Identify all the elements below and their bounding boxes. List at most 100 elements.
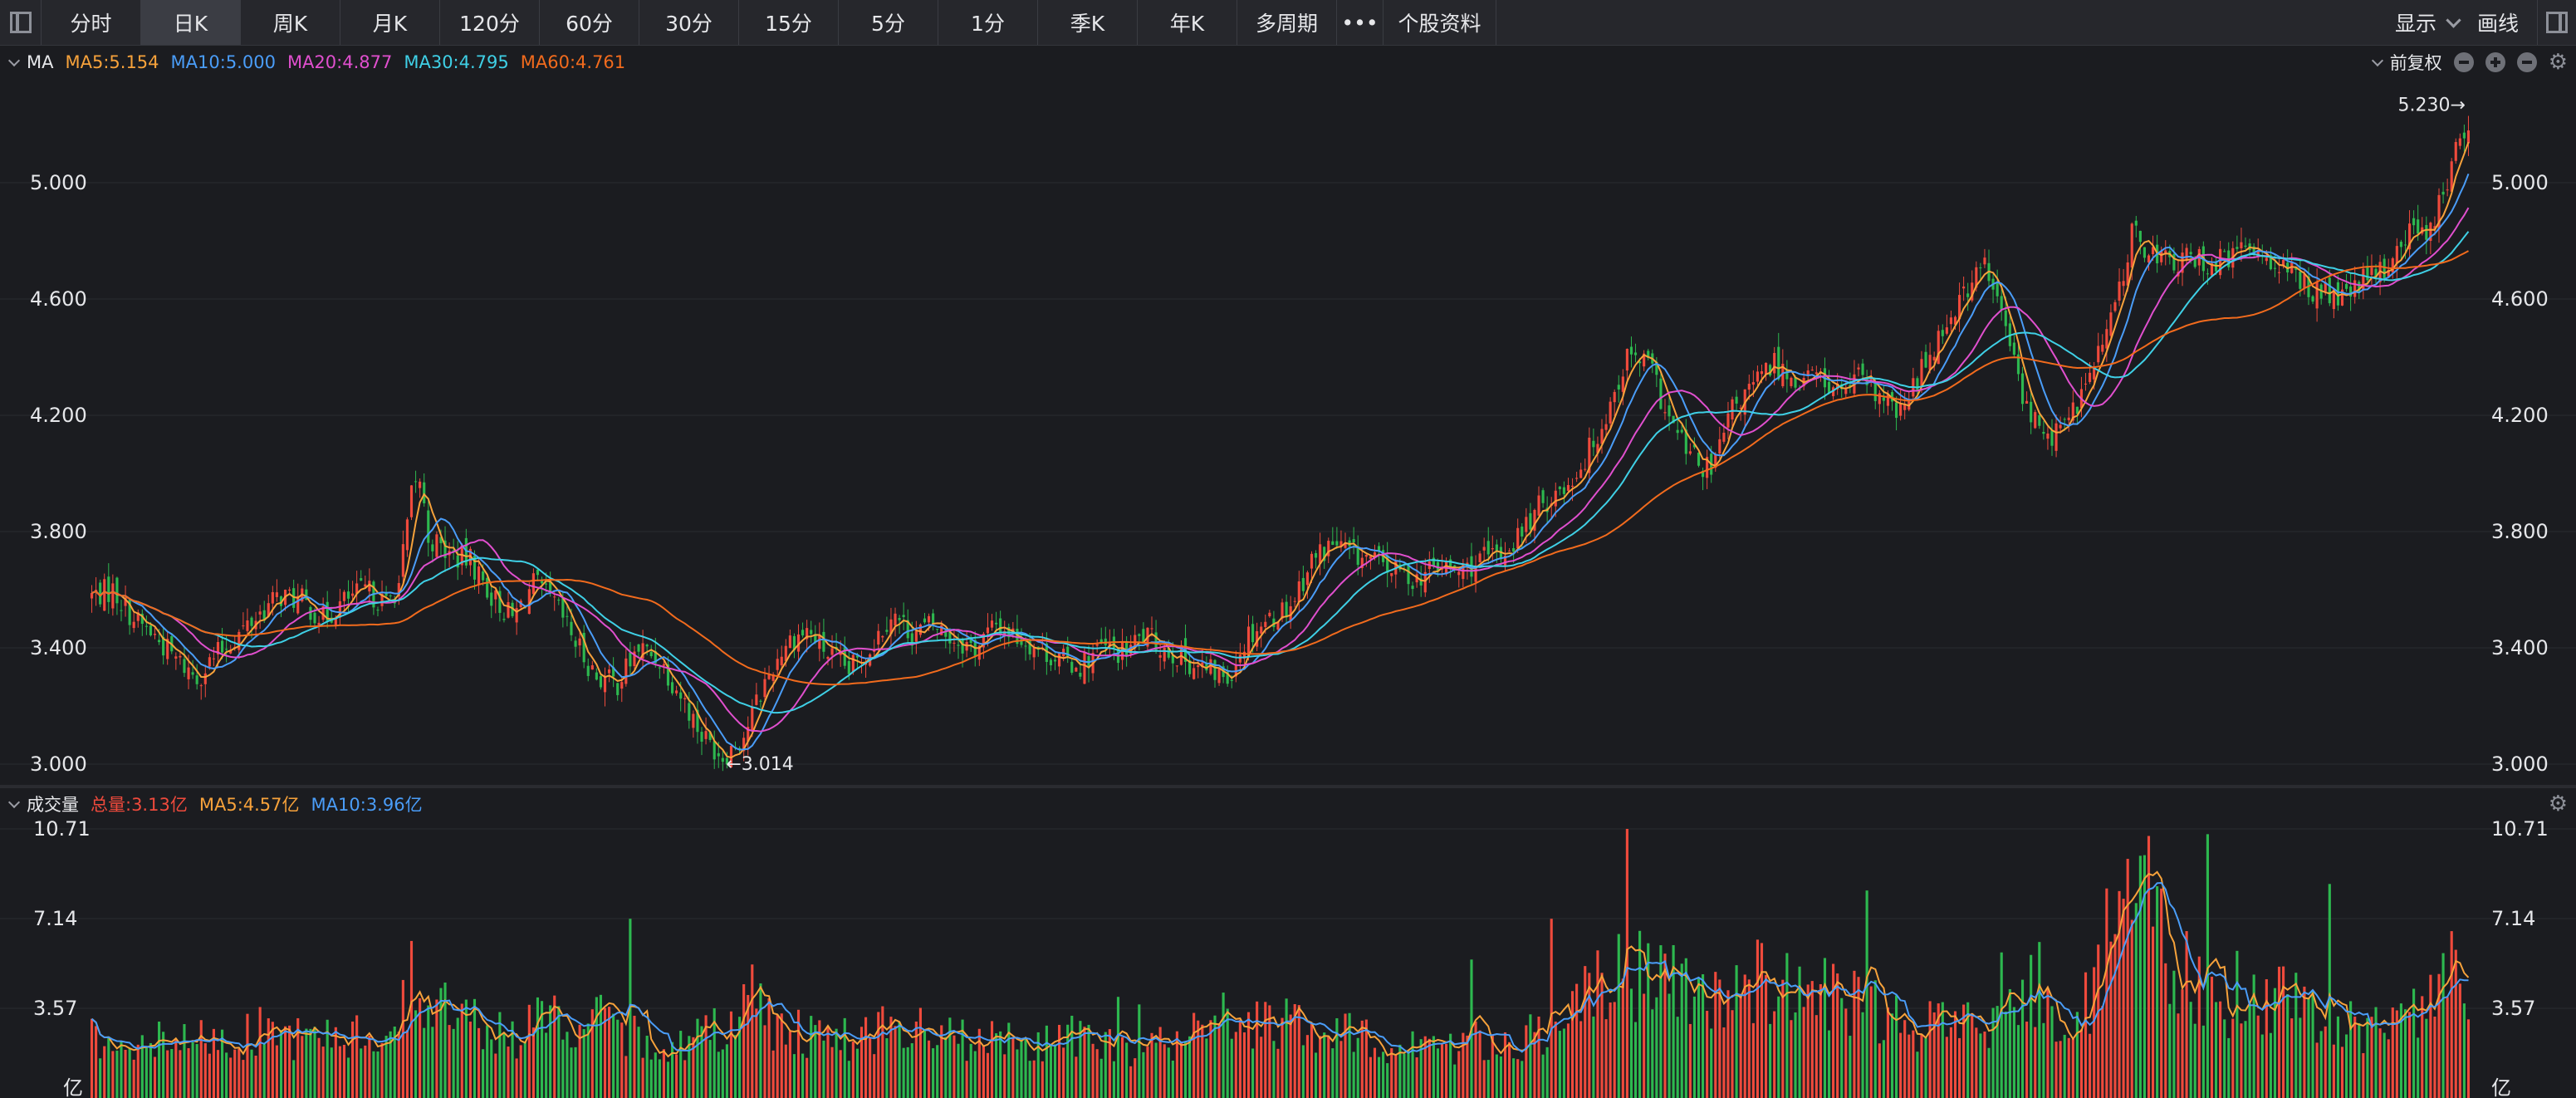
right-panel-toggle-icon[interactable] [2537,0,2576,45]
tab-quarterly[interactable]: 季K [1038,0,1138,45]
volume-bar [2244,1021,2247,1098]
tab-monthly[interactable]: 月K [340,0,440,45]
volume-bar [494,1053,497,1098]
volume-bar [1129,1066,1133,1098]
volume-bar [1680,963,1683,1098]
tab-1min[interactable]: 1分 [938,0,1038,45]
candle-body [566,615,569,617]
volume-tick-left: 10.71 [33,821,91,841]
tab-weekly[interactable]: 周K [241,0,340,45]
volume-bar [2126,859,2129,1098]
volume-bar [342,1044,346,1098]
volume-bar [1428,1038,1431,1098]
volume-bar [2109,941,2113,1098]
ma30-value: MA30:4.795 [404,52,509,72]
candle-body [1478,553,1481,562]
volume-bar [1486,1060,1490,1098]
tab-5min[interactable]: 5分 [839,0,938,45]
candle-body [1966,293,1970,297]
volume-bar [1466,1035,1469,1098]
volume-bar [1747,979,1751,1098]
volume-tick-left: 3.57 [33,997,77,1020]
volume-bar [515,1058,518,1098]
volume-bar [1899,1032,1903,1098]
price-chart[interactable]: 5.000 5.000 4.600 4.600 4.200 4.200 3.800 3.800… [0,79,2576,785]
volume-bar [2008,988,2011,1098]
candle-body [2020,373,2025,404]
candle-body [1163,647,1166,662]
candle-body [2370,267,2373,276]
volume-bar [1529,1014,1532,1098]
volume-bar [2034,1027,2037,1098]
candle-body [670,682,674,694]
volume-bar [918,1007,922,1098]
candle-body [1197,664,1200,668]
volume-bar [1726,990,1730,1098]
volume-bar [2277,966,2281,1098]
tab-120min[interactable]: 120分 [440,0,540,45]
left-panel-toggle-icon[interactable] [0,0,42,45]
tab-30min[interactable]: 30分 [639,0,739,45]
candle-body [1882,397,1885,401]
volume-bar [1057,1024,1061,1098]
volume-bar [1684,958,1687,1098]
display-label: 显示 [2394,12,2436,36]
volume-bar [372,1051,375,1098]
candle-body [158,640,161,643]
volume-bar [1692,996,1697,1098]
tab-intraday[interactable]: 分时 [42,0,141,45]
volume-bar [1668,993,1671,1098]
volume-bar [1112,1061,1115,1098]
volume-bar [788,1031,791,1098]
volume-bar [2311,991,2314,1098]
volume-bar [1895,995,1898,1098]
volume-bar [2063,1034,2066,1098]
volume-indicator-toggle[interactable]: 成交量 [7,792,79,816]
volume-bar [982,1046,985,1098]
volume-bar [262,1044,266,1098]
tab-yearly[interactable]: 年K [1138,0,1237,45]
candle-body [419,481,422,488]
candle-body [995,622,998,625]
display-menu[interactable]: 显示 [2394,7,2461,37]
volume-bar [801,1053,805,1098]
volume-bar [995,1033,998,1098]
volume-bar [822,1040,825,1098]
tab-stock-profile[interactable]: 个股资料 [1383,0,1496,45]
draw-button[interactable]: 画线 [2477,7,2519,37]
volume-bar [124,1049,127,1098]
candle-body [477,566,481,586]
volume-bar [847,1061,850,1098]
candle-body [1592,440,1595,448]
ma-indicator-toggle[interactable]: MA [7,52,53,72]
gear-icon[interactable]: ⚙ [2549,51,2568,73]
candle-body [1688,451,1692,454]
zoom-in-icon[interactable] [2485,52,2505,72]
tab-daily[interactable]: 日K [141,0,241,45]
adjust-label: 前复权 [2389,53,2442,73]
tab-60min[interactable]: 60分 [540,0,639,45]
volume-bar [2156,886,2159,1098]
adjust-dropdown[interactable]: 前复权 [2371,50,2442,75]
tab-15min[interactable]: 15分 [739,0,839,45]
candle-body [1264,621,1267,627]
volume-bar [843,1017,846,1098]
volume-bar [1521,1061,1524,1098]
more-tabs-icon[interactable]: ••• [1337,0,1383,45]
volume-chart[interactable]: 10.71 10.71 7.14 7.14 3.57 3.57 亿 亿 [0,821,2576,1098]
volume-bar [595,997,598,1098]
volume-bar [633,1015,636,1098]
tab-multi-period[interactable]: 多周期 [1237,0,1337,45]
candle-body [2105,329,2108,349]
volume-bar [531,1027,535,1098]
candle-body [688,703,691,721]
volume-bar [2433,1016,2436,1098]
candle-body [2395,246,2398,264]
collapse-icon[interactable] [2453,52,2474,72]
candle-body [414,481,418,483]
gear-icon[interactable]: ⚙ [2549,793,2568,815]
candle-body [246,620,249,631]
volume-bar [1193,1012,1196,1098]
zoom-out-icon[interactable] [2516,52,2537,72]
candle-body [1861,363,1864,375]
